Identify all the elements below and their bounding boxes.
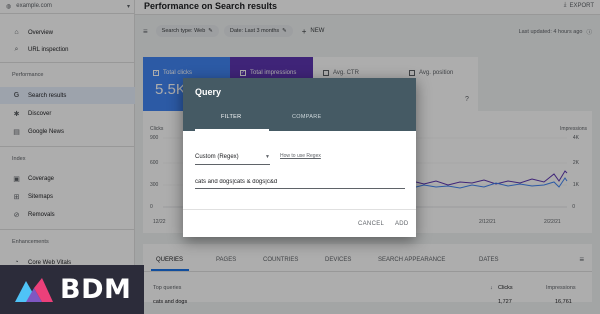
dialog-header: Query FILTER COMPARE xyxy=(183,78,416,131)
add-button[interactable]: ADD xyxy=(395,221,409,227)
input-underline xyxy=(195,188,405,189)
dropdown-arrow-icon: ▼ xyxy=(265,154,270,160)
bdm-logo-icon xyxy=(15,277,53,302)
dialog-title: Query xyxy=(195,87,222,97)
regex-help-link[interactable]: How to use Regex xyxy=(280,153,321,159)
regex-input[interactable] xyxy=(195,177,405,187)
select-value: Custom (Regex) xyxy=(195,154,239,160)
dialog-divider xyxy=(183,209,416,210)
cancel-button[interactable]: CANCEL xyxy=(358,221,384,227)
match-type-select[interactable]: Custom (Regex) ▼ xyxy=(195,151,270,163)
bdm-logo-text: BDM xyxy=(60,274,132,305)
active-tab-indicator xyxy=(195,129,269,131)
select-underline xyxy=(195,164,270,165)
bdm-logo-banner: BDM xyxy=(0,265,144,314)
query-filter-dialog: Query FILTER COMPARE Custom (Regex) ▼ Ho… xyxy=(183,78,416,237)
tab-filter[interactable]: FILTER xyxy=(221,114,241,120)
tab-compare[interactable]: COMPARE xyxy=(292,114,322,120)
